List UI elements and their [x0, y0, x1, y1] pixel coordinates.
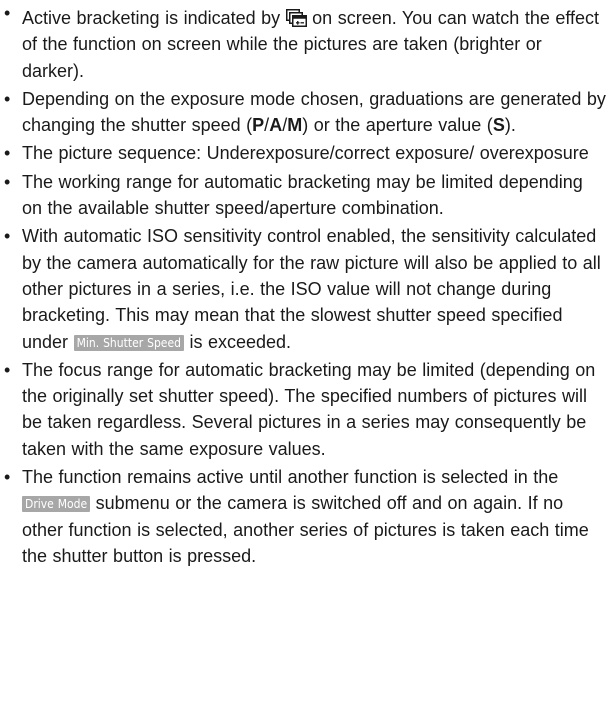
bracketing-icon: [285, 9, 307, 27]
mode-s: S: [492, 115, 505, 136]
bullet-item: The function remains active until anothe…: [0, 464, 608, 569]
mode-p: P: [252, 115, 265, 136]
menu-tag-min-shutter-speed: Min. Shutter Speed: [73, 334, 184, 351]
bullet-text: ).: [504, 115, 516, 136]
bullet-text: submenu or the camera is switched off an…: [22, 493, 589, 566]
bullet-text: ) or the aperture value (: [302, 115, 493, 136]
bullet-item: Active bracketing is indicated by on scr…: [0, 0, 608, 84]
bullet-text: Active bracketing is indicated by: [22, 8, 281, 28]
bullet-item: The working range for automatic bracketi…: [0, 169, 608, 222]
bullet-text: The function remains active until anothe…: [22, 467, 559, 488]
bullet-list: Active bracketing is indicated by on scr…: [0, 0, 608, 571]
bullet-text: The working range for automatic bracketi…: [22, 171, 583, 219]
bullet-item: The picture sequence: Underexposure/corr…: [0, 140, 608, 167]
bullet-text: The focus range for automatic bracketing…: [22, 359, 596, 459]
menu-tag-drive-mode: Drive Mode: [22, 496, 91, 513]
bullet-item: With automatic ISO sensitivity control e…: [0, 223, 608, 354]
bullet-item: The focus range for automatic bracketing…: [0, 357, 608, 462]
bullet-item: Depending on the exposure mode chosen, g…: [0, 86, 608, 139]
bullet-text: With automatic ISO sensitivity control e…: [22, 226, 601, 352]
mode-m: M: [287, 115, 303, 136]
mode-a: A: [269, 115, 283, 136]
bullet-text: is exceeded.: [189, 331, 292, 352]
bullet-text: The picture sequence: Underexposure/corr…: [22, 143, 589, 164]
